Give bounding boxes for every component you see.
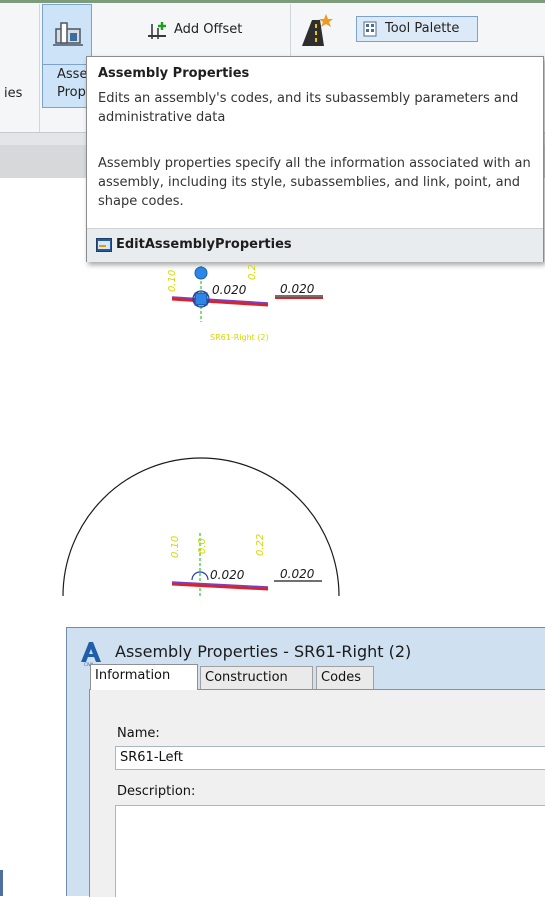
insertion-grip-icon[interactable] bbox=[194, 292, 208, 306]
command-icon bbox=[96, 238, 112, 252]
assembly-button-label-line2: Prop bbox=[57, 85, 86, 100]
add-offset-button[interactable]: Add Offset bbox=[174, 22, 242, 37]
vertical-label: 0.2 bbox=[247, 264, 258, 280]
assembly-properties-dialog: CIVIL Assembly Properties - SR61-Right (… bbox=[66, 627, 545, 897]
ribbon-separator bbox=[39, 4, 40, 132]
tooltip: Assembly Properties Edits an assembly's … bbox=[86, 56, 544, 262]
tab-codes[interactable]: Codes bbox=[316, 666, 374, 690]
tool-palette-label: Tool Palette bbox=[385, 21, 460, 36]
description-field[interactable] bbox=[115, 805, 545, 897]
slope-label-right: 0.020 bbox=[280, 567, 315, 581]
assembly-button-label-line1: Asse bbox=[57, 67, 88, 82]
tooltip-command: EditAssemblyProperties bbox=[116, 237, 292, 252]
name-label: Name: bbox=[117, 726, 160, 741]
assembly-grip-icon[interactable] bbox=[194, 266, 208, 280]
tooltip-description: Edits an assembly's codes, and its subas… bbox=[98, 91, 519, 125]
add-offset-icon bbox=[148, 22, 166, 39]
vertical-label: 0.10 bbox=[170, 536, 181, 558]
slope-label-right: 0.020 bbox=[280, 282, 315, 296]
assembly-name-label: SR61-Right (2) bbox=[210, 333, 269, 342]
tooltip-footer: EditAssemblyProperties bbox=[87, 228, 543, 262]
tool-palette-icon bbox=[363, 21, 377, 37]
tool-palette-button[interactable]: Tool Palette bbox=[356, 16, 478, 42]
vertical-label: 0.0 bbox=[197, 538, 208, 554]
assembly-properties-button[interactable] bbox=[42, 4, 92, 66]
assembly-properties-icon bbox=[53, 22, 83, 46]
tooltip-title: Assembly Properties bbox=[98, 66, 250, 81]
ribbon-top-accent bbox=[0, 0, 545, 3]
assembly-drawing-top[interactable]: 0.10 0.2 0.020 0.020 SR61-Right (2) bbox=[160, 262, 350, 352]
vertical-label: 0.10 bbox=[167, 270, 178, 292]
description-label: Description: bbox=[117, 784, 196, 799]
slope-label-left: 0.020 bbox=[210, 568, 245, 582]
ribbon-partial-label[interactable]: ies bbox=[4, 86, 22, 101]
window-edge bbox=[0, 870, 3, 896]
assembly-drawing-zoom[interactable]: 0.10 0.0 0.22 0.020 0.020 bbox=[60, 438, 360, 598]
dialog-title: Assembly Properties - SR61-Right (2) bbox=[115, 642, 412, 661]
tab-information[interactable]: Information bbox=[90, 664, 198, 690]
slope-label-left: 0.020 bbox=[212, 283, 247, 297]
vertical-label: 0.22 bbox=[255, 534, 266, 556]
road-sparkle-icon[interactable] bbox=[300, 12, 336, 46]
name-field[interactable]: SR61-Left bbox=[115, 746, 545, 770]
tab-construction[interactable]: Construction bbox=[200, 666, 313, 690]
civil3d-app-icon: CIVIL bbox=[81, 642, 101, 666]
tooltip-details: Assembly properties specify all the info… bbox=[98, 156, 531, 209]
assembly-properties-button-label-area[interactable]: Asse Prop bbox=[42, 64, 92, 108]
